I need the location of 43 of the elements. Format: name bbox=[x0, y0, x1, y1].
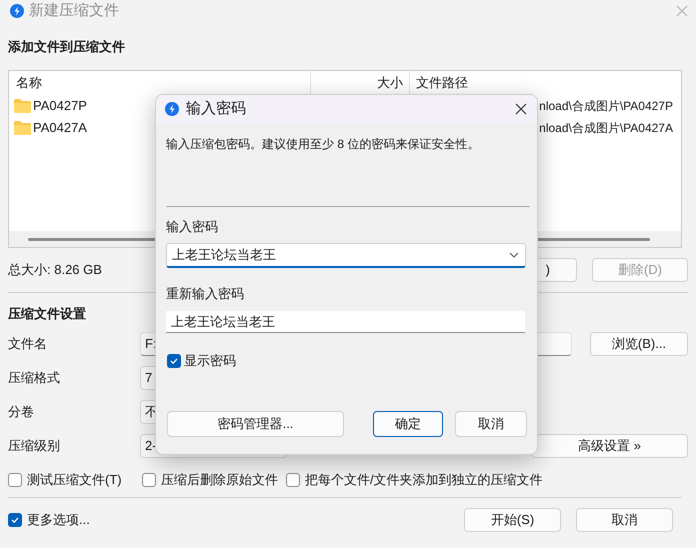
field-label: 压缩级别 bbox=[8, 438, 60, 454]
field-label: 文件名 bbox=[8, 336, 47, 352]
folder-icon bbox=[14, 99, 31, 113]
file-path: nload\合成图片\PA0427A bbox=[539, 120, 673, 137]
app-logo-icon bbox=[165, 102, 179, 116]
field-label: 分卷 bbox=[8, 404, 34, 420]
checkbox-label[interactable]: 把每个文件/文件夹添加到独立的压缩文件 bbox=[305, 470, 543, 490]
password-field[interactable]: 上老王论坛当老王 bbox=[166, 242, 526, 268]
password-manager-button[interactable]: 密码管理器... bbox=[167, 410, 344, 436]
dialog-button[interactable]: 确定 bbox=[373, 410, 443, 436]
folder-icon bbox=[14, 121, 31, 135]
field-label: 输入密码 bbox=[166, 218, 218, 236]
browse-button[interactable]: 浏览(B)... bbox=[590, 332, 688, 356]
window-title: 新建压缩文件 bbox=[29, 0, 119, 21]
file-path: nload\合成图片\PA0427P bbox=[539, 98, 673, 115]
section-heading: 压缩文件设置 bbox=[8, 305, 86, 323]
total-size: 总大小: 8.26 GB bbox=[8, 261, 102, 280]
app-logo-icon bbox=[10, 4, 24, 18]
file-name[interactable]: PA0427A bbox=[33, 118, 87, 138]
confirm-password-field[interactable]: 上老王论坛当老王 bbox=[166, 311, 525, 333]
checkbox[interactable] bbox=[286, 473, 300, 487]
close-icon[interactable] bbox=[515, 103, 527, 115]
dialog-description: 输入压缩包密码。建议使用至少 8 位的密码来保证安全性。 bbox=[166, 136, 480, 153]
dialog-button[interactable]: 取消 bbox=[455, 410, 527, 436]
checkbox[interactable] bbox=[167, 354, 181, 368]
checkbox-label[interactable]: 显示密码 bbox=[184, 351, 236, 370]
checkbox-label[interactable]: 测试压缩文件(T) bbox=[27, 470, 122, 490]
dialog-button[interactable]: 开始(S) bbox=[464, 508, 561, 532]
checkbox[interactable] bbox=[8, 473, 22, 487]
dialog-button[interactable]: 取消 bbox=[576, 508, 673, 532]
file-name[interactable]: PA0427P bbox=[33, 96, 87, 116]
check-icon bbox=[10, 515, 20, 525]
chevron-down-icon[interactable] bbox=[509, 252, 519, 258]
checkbox[interactable] bbox=[8, 513, 22, 527]
checkbox-label[interactable]: 压缩后删除原始文件 bbox=[161, 470, 278, 490]
advanced-settings-button[interactable]: 高级设置 » bbox=[531, 434, 688, 458]
field-label: 压缩格式 bbox=[8, 370, 60, 386]
section-heading: 添加文件到压缩文件 bbox=[8, 38, 125, 56]
checkbox[interactable] bbox=[142, 473, 156, 487]
checkbox-label[interactable]: 更多选项... bbox=[27, 510, 90, 530]
column-header[interactable]: 名称 bbox=[9, 71, 310, 95]
field-label: 重新输入密码 bbox=[166, 284, 244, 302]
dialog-title: 输入密码 bbox=[186, 98, 246, 119]
